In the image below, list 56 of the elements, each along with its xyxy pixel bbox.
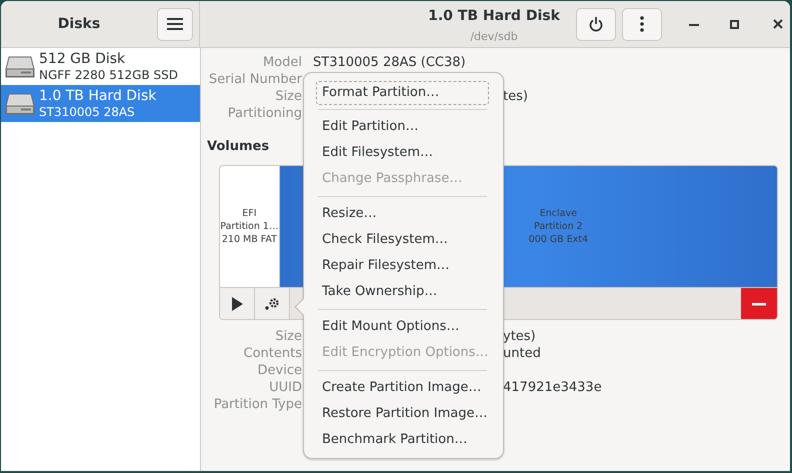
menu-item[interactable]: Create Partition Image… <box>316 375 489 401</box>
partition-label: Partition 2 <box>534 220 583 233</box>
field-value: 417921e3433e <box>503 379 602 396</box>
disk-model: ST310005 28AS <box>39 105 136 119</box>
menu-item[interactable]: Resize… <box>316 201 489 227</box>
field-value: unted <box>503 345 541 362</box>
disk-name: 512 GB Disk <box>39 51 126 68</box>
field-label: Partition Type <box>212 396 302 413</box>
more-icon <box>640 16 644 32</box>
disk-list-item[interactable]: 512 GB Disk NGFF 2280 512GB SSD <box>1 48 200 85</box>
field-label: Contents <box>242 345 302 362</box>
sidebar-title: Disks <box>56 14 102 34</box>
settings-icon <box>264 296 280 310</box>
power-button[interactable] <box>576 8 616 40</box>
menu-item[interactable]: Edit Filesystem… <box>316 140 489 166</box>
more-options-button[interactable] <box>622 8 662 40</box>
menu-item[interactable]: Format Partition… <box>316 81 489 105</box>
delete-partition-button[interactable] <box>741 288 777 319</box>
field-value: ST310005 28AS (CC38) <box>313 54 466 71</box>
mount-button[interactable] <box>220 288 255 319</box>
menu-item[interactable]: Edit Partition… <box>316 114 489 140</box>
menu-icon <box>167 17 183 31</box>
partition-segment[interactable]: EFI Partition 1… 210 MB FAT <box>220 166 280 287</box>
disk-list-item[interactable]: 1.0 TB Hard Disk ST310005 28AS <box>1 85 200 122</box>
disk-model: NGFF 2280 512GB SSD <box>39 68 178 82</box>
play-icon <box>231 296 243 310</box>
field-label: Size <box>274 88 302 105</box>
menu-item[interactable]: Check Filesystem… <box>316 227 489 253</box>
maximize-icon <box>730 20 738 28</box>
field-label: Partitioning <box>226 105 302 122</box>
minus-icon <box>752 302 766 306</box>
settings-button[interactable] <box>255 288 290 319</box>
field-value: ytes) <box>503 328 536 345</box>
menu-button[interactable] <box>157 8 193 40</box>
window-subtitle: /dev/sdb <box>470 30 518 44</box>
field-label: Size <box>274 328 302 345</box>
menu-item[interactable]: Repair Filesystem… <box>316 253 489 279</box>
window-title: 1.0 TB Hard Disk <box>428 8 560 25</box>
disk-name: 1.0 TB Hard Disk <box>39 88 156 105</box>
menu-item[interactable]: Benchmark Partition… <box>316 427 489 453</box>
partition-label: Partition 1… <box>220 220 278 233</box>
power-icon <box>589 16 603 32</box>
partition-label: EFI <box>242 207 257 220</box>
partition-label: 000 GB Ext4 <box>528 233 588 246</box>
field-value: tes) <box>503 88 528 105</box>
menu-item[interactable]: Edit Mount Options… <box>316 314 489 340</box>
close-icon <box>773 19 783 29</box>
section-title: Volumes <box>207 138 270 155</box>
field-label: UUID <box>268 379 302 396</box>
partition-label: Enclave <box>540 207 577 220</box>
menu-item[interactable]: Restore Partition Image… <box>316 401 489 427</box>
field-label: Serial Number <box>208 71 302 88</box>
field-label: Model <box>262 54 302 71</box>
field-label: Device <box>256 362 302 379</box>
partition-label: 210 MB FAT <box>222 233 277 246</box>
minimize-icon <box>689 22 699 26</box>
